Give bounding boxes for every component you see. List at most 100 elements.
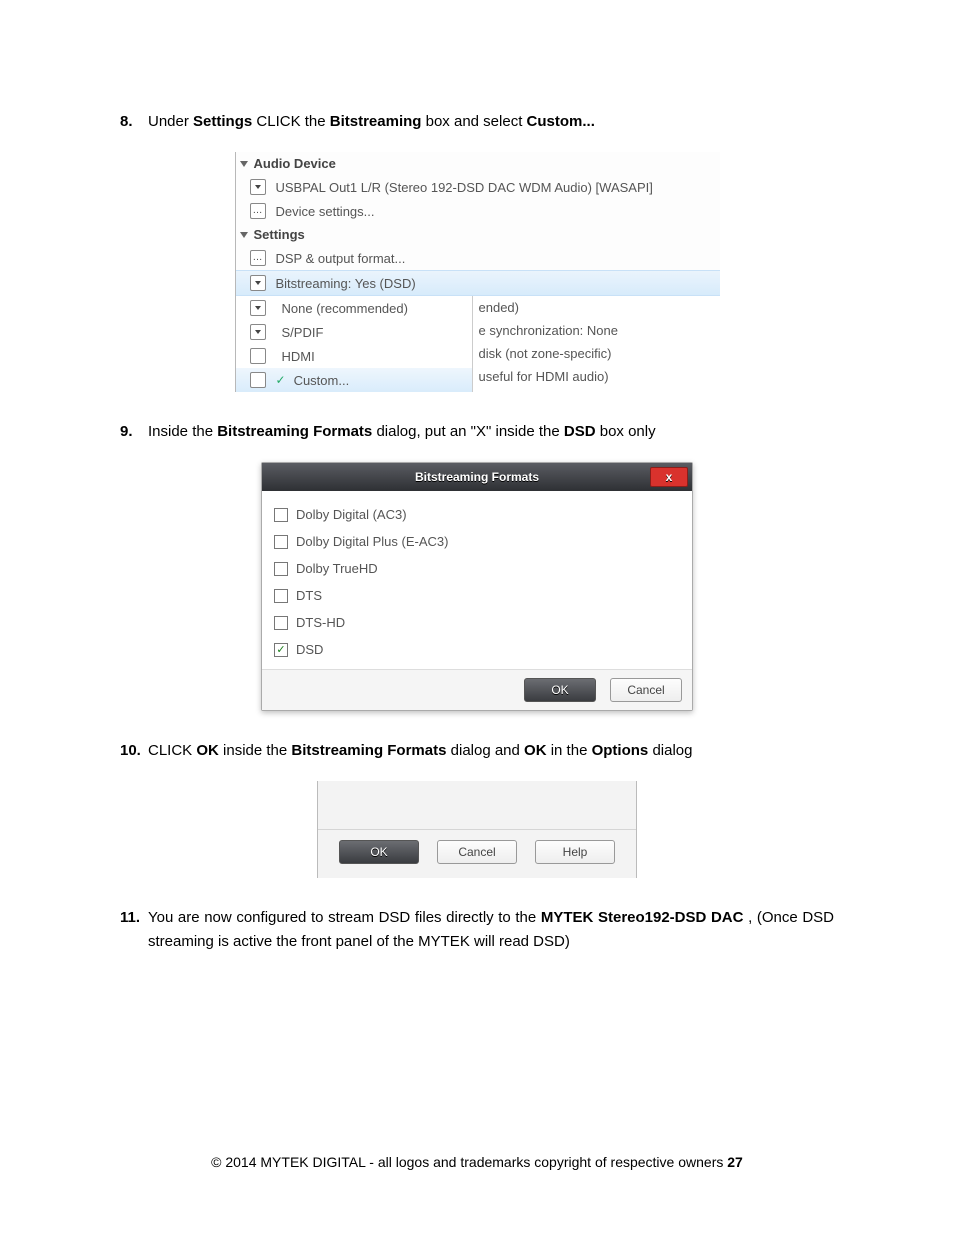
step-number: 8. [120, 110, 148, 134]
button-label: Cancel [627, 683, 664, 697]
bold: MYTEK Stereo192-DSD DAC [541, 909, 744, 926]
checkbox-icon[interactable] [274, 589, 288, 603]
text: CLICK the [256, 113, 329, 130]
dsp-label: DSP & output format... [276, 251, 406, 266]
dropdown-icon [250, 179, 266, 195]
bitstreaming-label: Bitstreaming: Yes (DSD) [276, 276, 416, 291]
text: inside the [223, 742, 291, 759]
help-button[interactable]: Help [535, 840, 615, 864]
dropdown-icon [250, 324, 266, 340]
checkbox-icon [250, 348, 266, 364]
text: Under [148, 113, 193, 130]
dropdown-icon [250, 300, 266, 316]
format-row-ac3[interactable]: Dolby Digital (AC3) [274, 501, 680, 528]
text: Inside the [148, 423, 217, 440]
text: dialog, put an "X" inside the [376, 423, 563, 440]
checkbox-icon[interactable] [274, 508, 288, 522]
text: box and select [426, 113, 527, 130]
format-row-dts[interactable]: DTS [274, 582, 680, 609]
menu-item-hdmi[interactable]: HDMI [236, 344, 472, 368]
text: dialog and [451, 742, 524, 759]
underlying-rows: ended) e synchronization: None disk (not… [473, 296, 720, 392]
dsp-row[interactable]: DSP & output format... [236, 246, 720, 270]
bitstreaming-menu: None (recommended) S/PDIF HDMI ✓ Custom.… [236, 296, 473, 392]
text: box only [600, 423, 656, 440]
page-number: 27 [727, 1154, 743, 1170]
ok-button[interactable]: OK [524, 678, 596, 702]
page-footer: © 2014 MYTEK DIGITAL - all logos and tra… [120, 1154, 834, 1170]
section-settings[interactable]: Settings [236, 223, 720, 246]
check-icon: ✓ [276, 373, 286, 387]
bold: Bitstreaming Formats [217, 423, 372, 440]
step-10: 10. CLICK OK inside the Bitstreaming For… [120, 739, 834, 763]
format-label: Dolby Digital Plus (E-AC3) [296, 534, 448, 549]
format-row-eac3[interactable]: Dolby Digital Plus (E-AC3) [274, 528, 680, 555]
step-8: 8. Under Settings CLICK the Bitstreaming… [120, 110, 834, 134]
dialog-title: Bitstreaming Formats [415, 470, 539, 484]
checkbox-icon[interactable] [274, 535, 288, 549]
device-name: USBPAL Out1 L/R (Stereo 192-DSD DAC WDM … [276, 180, 653, 195]
bold: Settings [193, 113, 252, 130]
text: CLICK [148, 742, 196, 759]
format-label: DSD [296, 642, 323, 657]
bold: Bitstreaming [330, 113, 422, 130]
ok-button[interactable]: OK [339, 840, 419, 864]
bold: OK [196, 742, 219, 759]
device-settings-row[interactable]: Device settings... [236, 199, 720, 223]
step-9: 9. Inside the Bitstreaming Formats dialo… [120, 420, 834, 444]
ellipsis-icon [250, 250, 266, 266]
partial-text: disk (not zone-specific) [473, 342, 720, 365]
checkbox-icon [250, 372, 266, 388]
partial-text: useful for HDMI audio) [473, 365, 720, 388]
step-number: 11. [120, 906, 148, 954]
menu-label: HDMI [282, 349, 315, 364]
button-label: OK [370, 845, 387, 859]
bitstreaming-row[interactable]: Bitstreaming: Yes (DSD) [236, 270, 720, 296]
bold: OK [524, 742, 547, 759]
menu-label: Custom... [294, 373, 350, 388]
partial-text: e synchronization: None [473, 319, 720, 342]
format-label: Dolby TrueHD [296, 561, 378, 576]
section-label: Settings [254, 227, 305, 242]
format-label: Dolby Digital (AC3) [296, 507, 407, 522]
format-row-dtshd[interactable]: DTS-HD [274, 609, 680, 636]
dropdown-icon [250, 275, 266, 291]
step-number: 9. [120, 420, 148, 444]
close-button[interactable]: x [650, 467, 688, 487]
bold: Custom... [527, 113, 595, 130]
disclosure-triangle-icon [240, 232, 248, 238]
button-label: Help [563, 845, 588, 859]
bold: DSD [564, 423, 596, 440]
menu-item-custom[interactable]: ✓ Custom... [236, 368, 472, 392]
options-dialog-buttons: OK Cancel Help [317, 781, 637, 878]
bold: Bitstreaming Formats [291, 742, 446, 759]
device-settings-label: Device settings... [276, 204, 375, 219]
format-label: DTS [296, 588, 322, 603]
bold: Options [592, 742, 649, 759]
dialog-titlebar: Bitstreaming Formats x [262, 463, 692, 491]
device-select-row[interactable]: USBPAL Out1 L/R (Stereo 192-DSD DAC WDM … [236, 175, 720, 199]
menu-item-none[interactable]: None (recommended) [236, 296, 472, 320]
format-row-dsd[interactable]: ✓ DSD [274, 636, 680, 663]
close-icon: x [666, 470, 673, 484]
menu-item-spdif[interactable]: S/PDIF [236, 320, 472, 344]
text: You are now configured to stream DSD fil… [148, 909, 541, 926]
section-audio-device[interactable]: Audio Device [236, 152, 720, 175]
menu-label: None (recommended) [282, 301, 408, 316]
section-label: Audio Device [254, 156, 336, 171]
step-number: 10. [120, 739, 148, 763]
menu-label: S/PDIF [282, 325, 324, 340]
partial-text: ended) [473, 296, 720, 319]
text: dialog [652, 742, 692, 759]
cancel-button[interactable]: Cancel [610, 678, 682, 702]
checkbox-icon[interactable]: ✓ [274, 643, 288, 657]
text: in the [551, 742, 592, 759]
button-label: OK [551, 683, 568, 697]
ellipsis-icon [250, 203, 266, 219]
step-11: 11. You are now configured to stream DSD… [120, 906, 834, 954]
checkbox-icon[interactable] [274, 562, 288, 576]
format-row-truehd[interactable]: Dolby TrueHD [274, 555, 680, 582]
cancel-button[interactable]: Cancel [437, 840, 517, 864]
format-label: DTS-HD [296, 615, 345, 630]
checkbox-icon[interactable] [274, 616, 288, 630]
